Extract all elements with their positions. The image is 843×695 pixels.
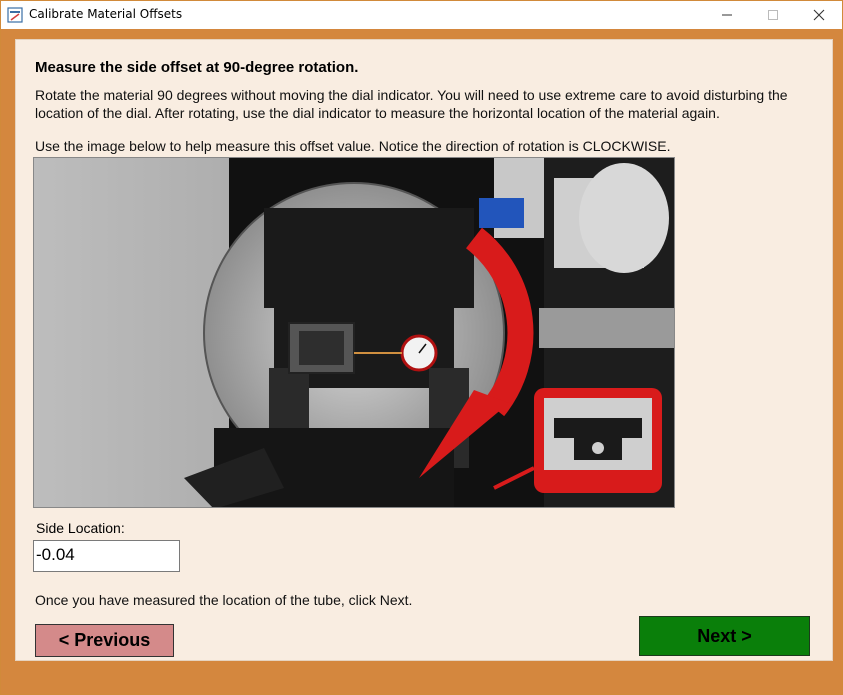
side-location-input[interactable]: -0.04 — [33, 540, 180, 572]
side-location-label: Side Location: — [36, 520, 125, 536]
app-icon — [7, 7, 23, 23]
title-bar[interactable]: Calibrate Material Offsets — [1, 1, 842, 29]
close-icon — [813, 9, 825, 21]
next-hint: Once you have measured the location of t… — [35, 592, 413, 608]
rotation-diagram-image — [33, 157, 675, 508]
maximize-button[interactable] — [750, 1, 796, 29]
minimize-button[interactable] — [704, 1, 750, 29]
window-title: Calibrate Material Offsets — [29, 7, 183, 21]
instruction-paragraph: Rotate the material 90 degrees without m… — [35, 87, 788, 121]
minimize-icon — [722, 14, 732, 16]
close-button[interactable] — [796, 1, 842, 29]
image-instruction: Use the image below to help measure this… — [35, 138, 671, 154]
maximize-icon — [768, 10, 778, 20]
next-button[interactable]: Next > — [639, 616, 810, 656]
step-heading: Measure the side offset at 90-degree rot… — [35, 59, 359, 76]
app-window: Calibrate Material Offsets Measure the s… — [0, 0, 843, 695]
previous-button[interactable]: < Previous — [35, 624, 174, 657]
dialog-body: Measure the side offset at 90-degree rot… — [15, 39, 833, 661]
